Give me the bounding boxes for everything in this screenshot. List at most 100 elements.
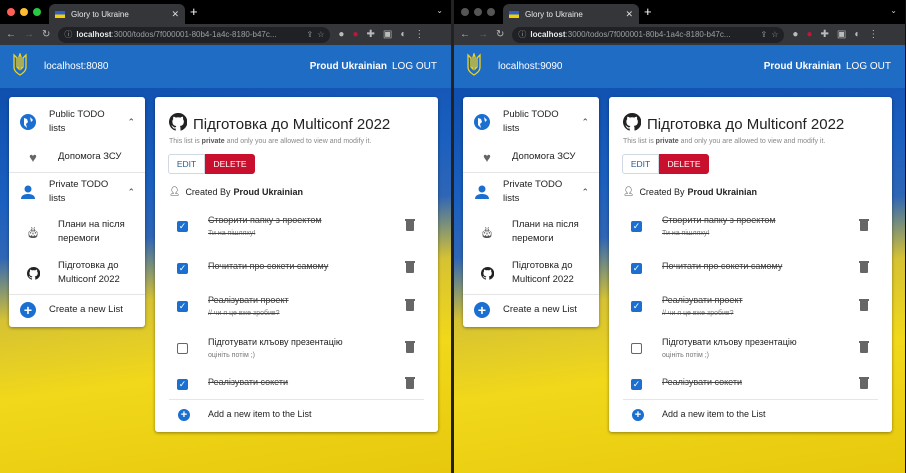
sidebar-public-header[interactable]: Public TODO lists ⌃ bbox=[463, 107, 599, 137]
todo-text[interactable]: Підготувати клъову презентацію оцініть п… bbox=[662, 336, 797, 362]
todo-checkbox[interactable]: ✓ bbox=[177, 221, 188, 232]
sidebar-item-private[interactable]: Підготовка до Multiconf 2022 bbox=[463, 258, 599, 288]
extensions-puzzle-icon[interactable]: ✚ bbox=[366, 29, 374, 40]
todo-text[interactable]: Почитати про сокети самому bbox=[662, 260, 782, 273]
todo-text[interactable]: Створити папку з проектом Ти на пішляху! bbox=[662, 214, 776, 240]
sidebar-item-private[interactable]: Підготовка до Multiconf 2022 bbox=[9, 258, 145, 288]
sidebar-item-label: Підготовка до Multiconf 2022 bbox=[512, 260, 574, 285]
minimize-button[interactable] bbox=[474, 8, 482, 16]
create-list-button[interactable]: + Create a new List bbox=[463, 299, 599, 321]
adblock-icon[interactable]: ● bbox=[806, 29, 812, 40]
todo-text[interactable]: Реалізувати сокети bbox=[208, 376, 288, 389]
todo-checkbox[interactable] bbox=[177, 343, 188, 354]
sidebar-item-private[interactable]: 🎂︎ Плани на після перемоги bbox=[9, 217, 145, 247]
trident-logo-icon[interactable] bbox=[12, 51, 28, 80]
new-tab-button[interactable]: + bbox=[190, 4, 198, 19]
delete-item-icon[interactable] bbox=[405, 261, 415, 273]
todo-text[interactable]: Реалізувати проект // чи я це вже зробив… bbox=[662, 294, 743, 320]
share-icon[interactable]: ⇪ bbox=[761, 30, 768, 39]
maximize-button[interactable] bbox=[33, 8, 41, 16]
delete-item-icon[interactable] bbox=[859, 299, 869, 311]
sidebar-item-public[interactable]: ♥ Допомога ЗСУ bbox=[463, 147, 599, 167]
delete-item-icon[interactable] bbox=[859, 219, 869, 231]
delete-item-icon[interactable] bbox=[859, 261, 869, 273]
address-bar[interactable]: ⓘ localhost:3000/todos/7f000001-80b4-1a4c… bbox=[58, 26, 331, 43]
delete-item-icon[interactable] bbox=[405, 299, 415, 311]
share-icon[interactable]: ⇪ bbox=[307, 30, 314, 39]
todo-checkbox[interactable]: ✓ bbox=[177, 263, 188, 274]
todo-checkbox[interactable]: ✓ bbox=[177, 379, 188, 390]
forward-icon[interactable]: → bbox=[24, 29, 34, 40]
sidepanel-icon[interactable]: ▣ bbox=[837, 29, 846, 40]
edit-button[interactable]: EDIT bbox=[622, 154, 659, 174]
add-item-button[interactable]: + Add a new item to the List bbox=[623, 399, 878, 429]
close-tab-icon[interactable]: ✕ bbox=[171, 9, 179, 20]
logout-button[interactable]: LOG OUT bbox=[392, 61, 437, 72]
delete-item-icon[interactable] bbox=[405, 219, 415, 231]
trident-logo-icon[interactable] bbox=[466, 51, 482, 80]
todo-checkbox[interactable]: ✓ bbox=[631, 221, 642, 232]
todo-text[interactable]: Реалізувати проект // чи я це вже зробив… bbox=[208, 294, 289, 320]
todo-text[interactable]: Створити папку з проектом Ти на пішляху! bbox=[208, 214, 322, 240]
new-tab-button[interactable]: + bbox=[644, 4, 652, 19]
collapse-chevron-icon[interactable]: ⌃ bbox=[127, 187, 135, 198]
todo-checkbox[interactable]: ✓ bbox=[631, 263, 642, 274]
sidebar-item-private[interactable]: 🎂︎ Плани на після перемоги bbox=[463, 217, 599, 247]
menu-kebab-icon[interactable]: ⋮ bbox=[868, 29, 878, 40]
back-icon[interactable]: ← bbox=[460, 29, 470, 40]
minimize-button[interactable] bbox=[20, 8, 28, 16]
sidebar-private-header[interactable]: Private TODO lists ⌃ bbox=[9, 177, 145, 207]
collapse-chevron-icon[interactable]: ⌃ bbox=[581, 187, 589, 198]
sidebar-private-header[interactable]: Private TODO lists ⌃ bbox=[463, 177, 599, 207]
app-host[interactable]: localhost:8080 bbox=[44, 61, 109, 72]
add-item-button[interactable]: + Add a new item to the List bbox=[169, 399, 424, 429]
delete-item-icon[interactable] bbox=[405, 341, 415, 353]
bookmark-star-icon[interactable]: ☆ bbox=[317, 30, 324, 39]
create-list-button[interactable]: + Create a new List bbox=[9, 299, 145, 321]
todo-text[interactable]: Підготувати клъову презентацію оцініть п… bbox=[208, 336, 343, 362]
maximize-button[interactable] bbox=[487, 8, 495, 16]
back-icon[interactable]: ← bbox=[6, 29, 16, 40]
todo-checkbox[interactable] bbox=[631, 343, 642, 354]
extensions-puzzle-icon[interactable]: ✚ bbox=[820, 29, 828, 40]
logout-button[interactable]: LOG OUT bbox=[846, 61, 891, 72]
collapse-chevron-icon[interactable]: ⌃ bbox=[581, 117, 589, 128]
profile-avatar[interactable]: ◐ bbox=[400, 29, 406, 40]
forward-icon[interactable]: → bbox=[478, 29, 488, 40]
todo-text[interactable]: Почитати про сокети самому bbox=[208, 260, 328, 273]
browser-tab[interactable]: Glory to Ukraine ✕ bbox=[503, 4, 639, 24]
adblock-icon[interactable]: ● bbox=[352, 29, 358, 40]
delete-item-icon[interactable] bbox=[859, 377, 869, 389]
app-host[interactable]: localhost:9090 bbox=[498, 61, 563, 72]
sidebar-public-header[interactable]: Public TODO lists ⌃ bbox=[9, 107, 145, 137]
reload-icon[interactable]: ↻ bbox=[496, 29, 504, 40]
todo-title: Підготувати клъову презентацію bbox=[208, 337, 343, 347]
menu-kebab-icon[interactable]: ⋮ bbox=[414, 29, 424, 40]
todo-text[interactable]: Реалізувати сокети bbox=[662, 376, 742, 389]
edit-button[interactable]: EDIT bbox=[168, 154, 205, 174]
todo-title: Створити папку з проектом bbox=[208, 215, 322, 225]
todo-checkbox[interactable]: ✓ bbox=[177, 301, 188, 312]
address-bar[interactable]: ⓘ localhost:3000/todos/7f000001-80b4-1a4c… bbox=[512, 26, 785, 43]
close-window-button[interactable] bbox=[461, 8, 469, 16]
github-icon bbox=[168, 112, 188, 135]
extension-globe-icon[interactable]: ● bbox=[338, 29, 344, 40]
sidebar-item-public[interactable]: ♥ Допомога ЗСУ bbox=[9, 147, 145, 167]
delete-button[interactable]: DELETE bbox=[205, 154, 255, 174]
delete-button[interactable]: DELETE bbox=[659, 154, 709, 174]
bookmark-star-icon[interactable]: ☆ bbox=[771, 30, 778, 39]
tab-search-chevron-icon[interactable]: ⌄ bbox=[890, 6, 897, 15]
delete-item-icon[interactable] bbox=[405, 377, 415, 389]
close-tab-icon[interactable]: ✕ bbox=[625, 9, 633, 20]
collapse-chevron-icon[interactable]: ⌃ bbox=[127, 117, 135, 128]
sidepanel-icon[interactable]: ▣ bbox=[383, 29, 392, 40]
close-window-button[interactable] bbox=[7, 8, 15, 16]
profile-avatar[interactable]: ◐ bbox=[854, 29, 860, 40]
extension-globe-icon[interactable]: ● bbox=[792, 29, 798, 40]
tab-search-chevron-icon[interactable]: ⌄ bbox=[436, 6, 443, 15]
reload-icon[interactable]: ↻ bbox=[42, 29, 50, 40]
todo-checkbox[interactable]: ✓ bbox=[631, 301, 642, 312]
todo-checkbox[interactable]: ✓ bbox=[631, 379, 642, 390]
browser-tab[interactable]: Glory to Ukraine ✕ bbox=[49, 4, 185, 24]
delete-item-icon[interactable] bbox=[859, 341, 869, 353]
